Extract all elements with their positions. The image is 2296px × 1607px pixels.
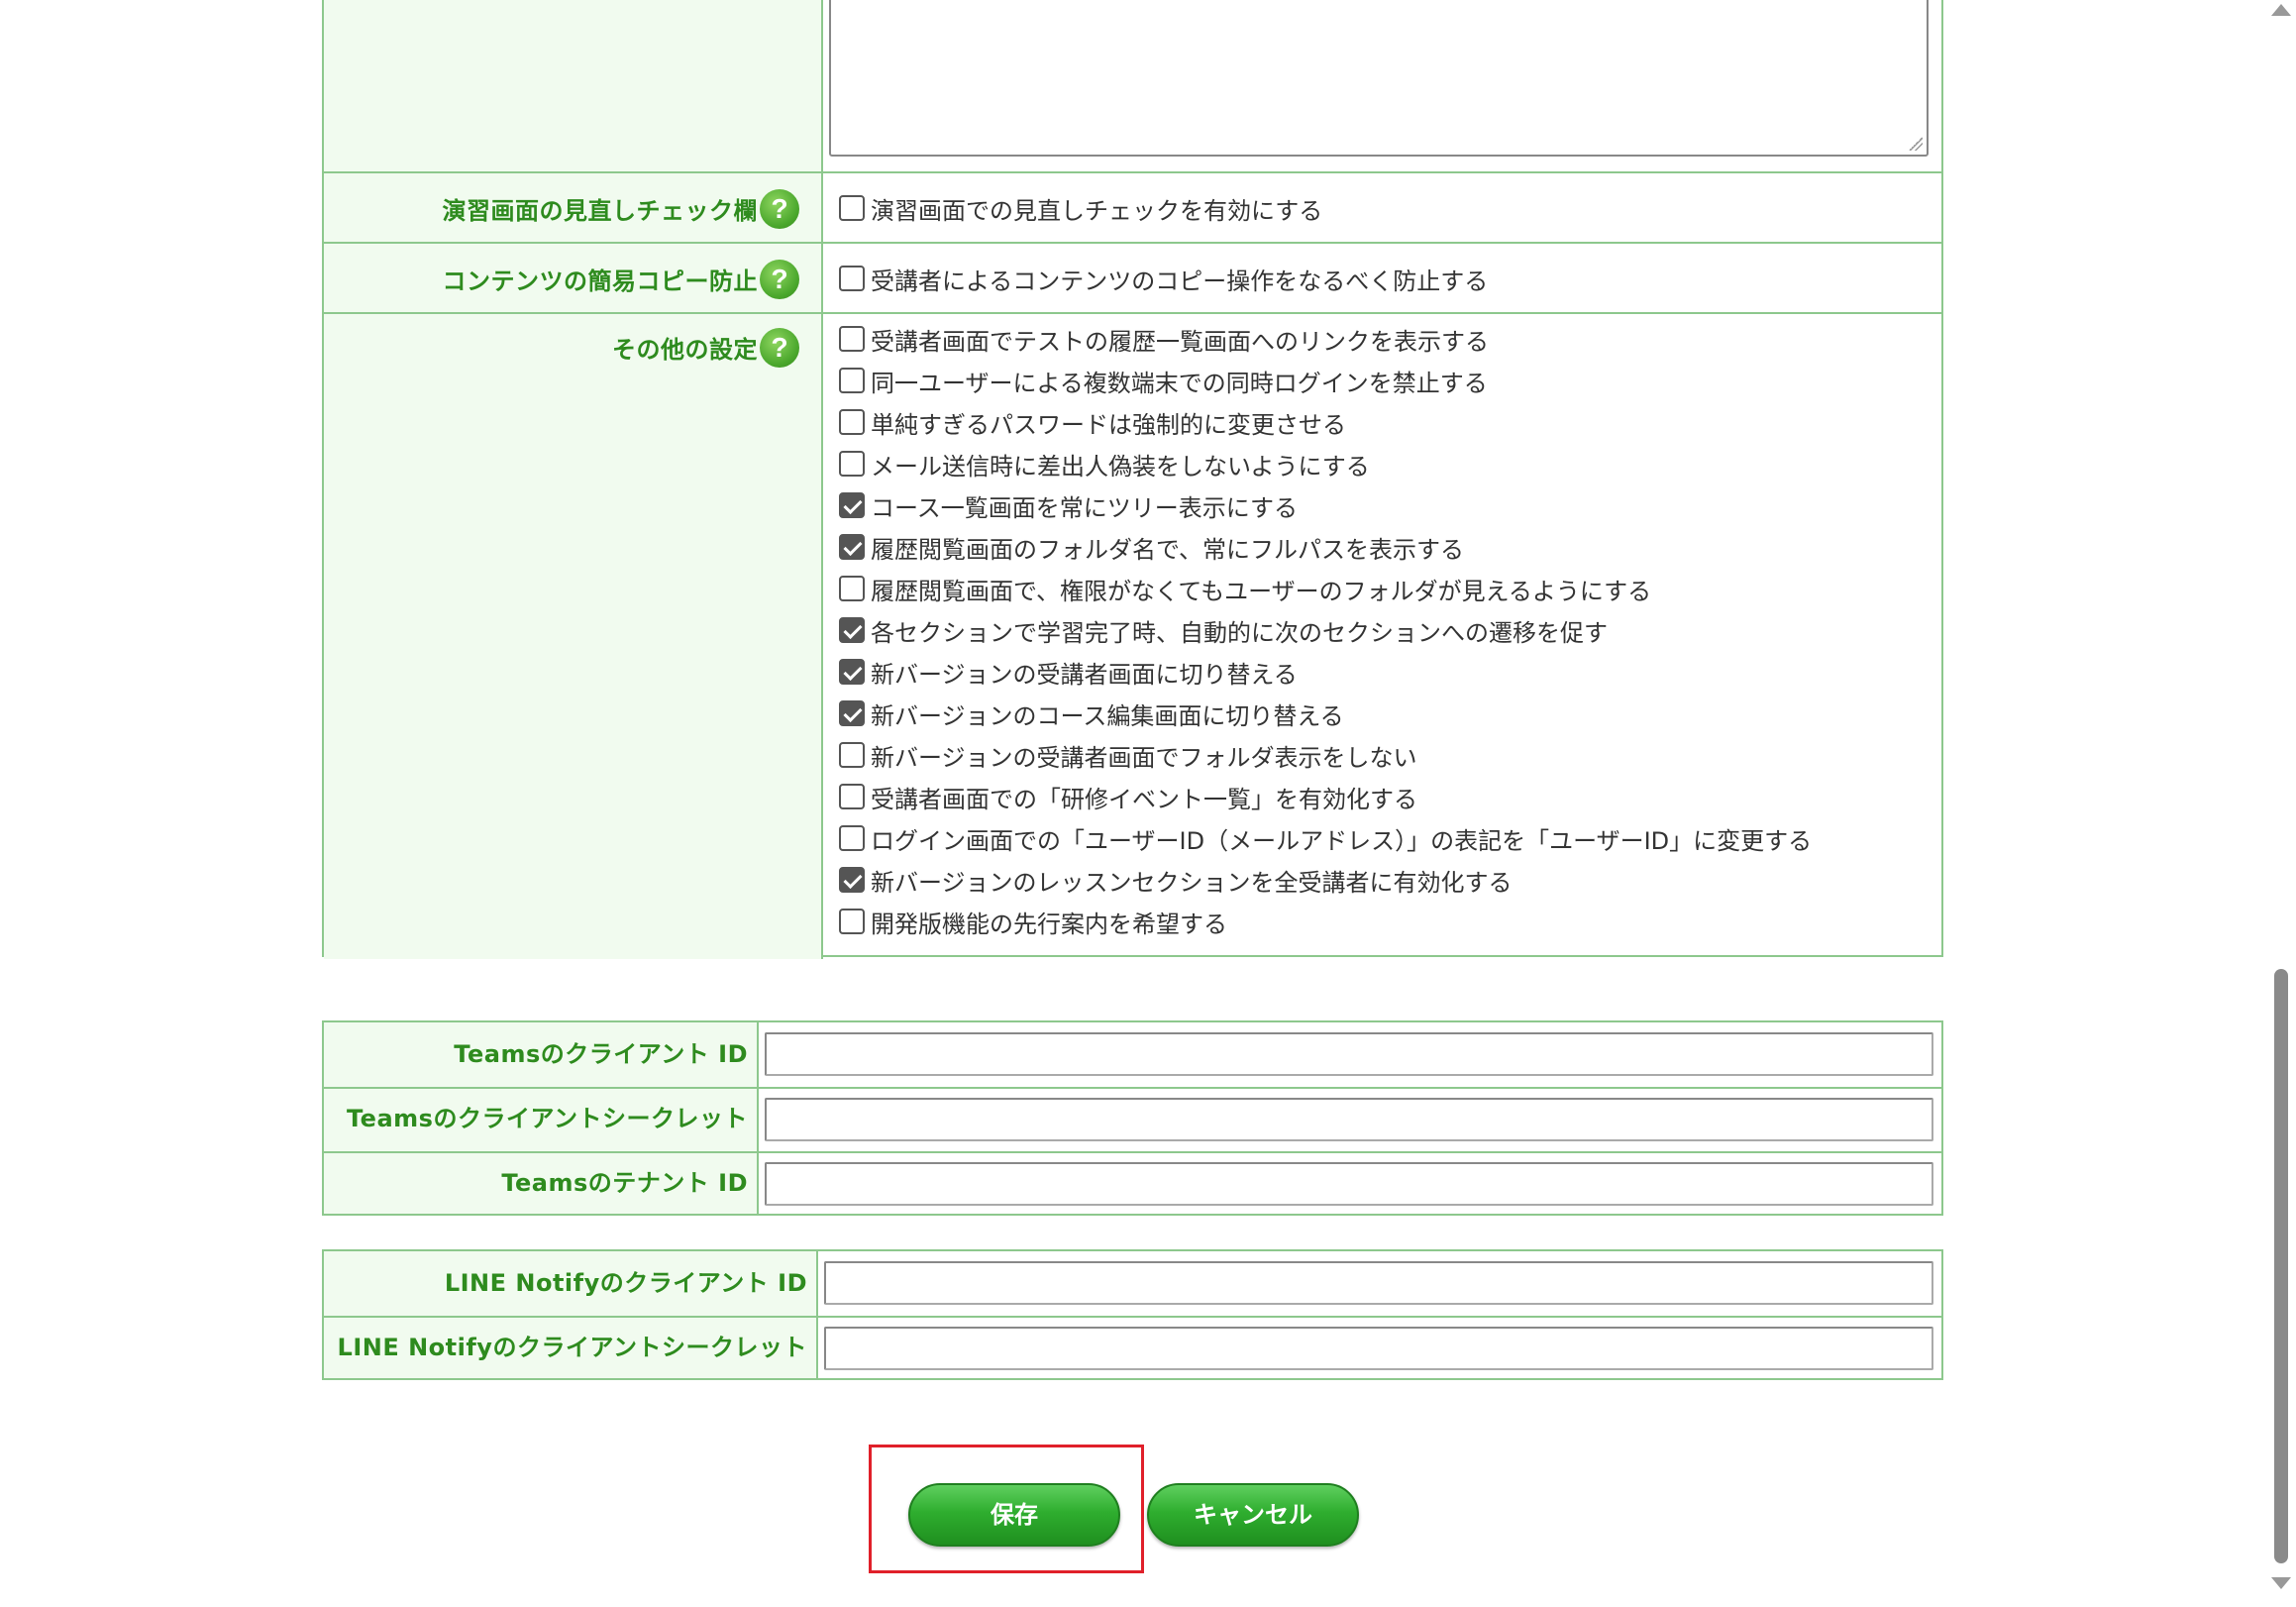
other-setting-checkbox[interactable] <box>839 825 865 851</box>
other-setting-option[interactable]: 開発版機能の先行案内を希望する <box>839 907 1227 938</box>
other-setting-option[interactable]: 新バージョンのコース編集画面に切り替える <box>839 698 1344 730</box>
teams-tenant-id-input[interactable] <box>765 1162 1933 1206</box>
scrollbar-thumb[interactable] <box>2274 969 2288 1563</box>
save-button[interactable]: 保存 <box>908 1483 1120 1547</box>
other-settings-label: その他の設定 <box>612 336 758 364</box>
other-setting-label: 履歴閲覧画面のフォルダ名で、常にフルパスを表示する <box>871 535 1465 564</box>
copy-protect-label-cell: コンテンツの簡易コピー防止 ? <box>324 244 823 312</box>
other-setting-checkbox[interactable] <box>839 742 865 768</box>
other-setting-checkbox[interactable] <box>839 409 865 435</box>
teams-client-secret-row: Teamsのクライアントシークレット <box>324 1087 1941 1151</box>
other-setting-option[interactable]: 単純すぎるパスワードは強制的に変更させる <box>839 407 1346 439</box>
other-setting-checkbox[interactable] <box>839 492 865 518</box>
copy-protect-label: コンテンツの簡易コピー防止 <box>442 268 758 295</box>
other-setting-checkbox[interactable] <box>839 784 865 809</box>
other-setting-checkbox[interactable] <box>839 867 865 893</box>
teams-client-id-label: Teamsのクライアント ID <box>454 1040 748 1068</box>
other-setting-option[interactable]: 履歴閲覧画面のフォルダ名で、常にフルパスを表示する <box>839 532 1465 564</box>
other-setting-option[interactable]: 新バージョンの受講者画面でフォルダ表示をしない <box>839 740 1417 772</box>
other-setting-label: 開発版機能の先行案内を希望する <box>871 910 1227 938</box>
other-setting-checkbox[interactable] <box>839 368 865 393</box>
other-setting-option[interactable]: 受講者画面でテストの履歴一覧画面へのリンクを表示する <box>839 324 1489 356</box>
other-setting-label: 新バージョンのレッスンセクションを全受講者に有効化する <box>871 868 1513 897</box>
settings-table: 演習画面の見直しチェック欄 ? 演習画面での見直しチェックを有効にする コンテン… <box>322 0 1943 959</box>
other-setting-option[interactable]: 履歴閲覧画面で、権限がなくてもユーザーのフォルダが見えるようにする <box>839 574 1652 605</box>
exercise-review-row: 演習画面の見直しチェック欄 ? 演習画面での見直しチェックを有効にする <box>324 171 1941 242</box>
teams-client-secret-input[interactable] <box>765 1098 1933 1141</box>
other-setting-option[interactable]: ログイン画面での「ユーザーID（メールアドレス）」の表記を「ユーザーID」に変更… <box>839 823 1813 855</box>
exercise-review-option-label: 演習画面での見直しチェックを有効にする <box>871 196 1323 225</box>
other-setting-label: 新バージョンのコース編集画面に切り替える <box>871 701 1344 730</box>
cancel-button[interactable]: キャンセル <box>1147 1483 1359 1547</box>
other-setting-option[interactable]: メール送信時に差出人偽装をしないようにする <box>839 449 1370 481</box>
other-setting-label: 新バージョンの受講者画面に切り替える <box>871 660 1298 689</box>
exercise-review-label: 演習画面の見直しチェック欄 <box>442 197 758 225</box>
textarea-row-label-cell <box>324 0 823 173</box>
other-setting-checkbox[interactable] <box>839 326 865 352</box>
resize-grip-icon[interactable] <box>1909 137 1923 151</box>
teams-tenant-id-label: Teamsのテナント ID <box>501 1169 748 1197</box>
line-client-secret-input[interactable] <box>824 1327 1933 1370</box>
line-client-id-input[interactable] <box>824 1261 1933 1305</box>
teams-client-id-row: Teamsのクライアント ID <box>324 1022 1941 1087</box>
teams-client-id-input[interactable] <box>765 1032 1933 1076</box>
other-setting-option[interactable]: 受講者画面での「研修イベント一覧」を有効化する <box>839 782 1417 813</box>
other-setting-label: メール送信時に差出人偽装をしないようにする <box>871 452 1370 481</box>
textarea-row <box>324 0 1941 173</box>
other-setting-label: 各セクションで学習完了時、自動的に次のセクションへの遷移を促す <box>871 618 1608 647</box>
teams-tenant-id-row: Teamsのテナント ID <box>324 1151 1941 1216</box>
line-client-id-label: LINE Notifyのクライアント ID <box>444 1269 807 1297</box>
other-setting-label: ログイン画面での「ユーザーID（メールアドレス）」の表記を「ユーザーID」に変更… <box>871 826 1813 855</box>
scroll-down-arrow-icon[interactable] <box>2271 1577 2291 1589</box>
other-setting-label: 受講者画面での「研修イベント一覧」を有効化する <box>871 785 1417 813</box>
other-setting-label: 新バージョンの受講者画面でフォルダ表示をしない <box>871 743 1417 772</box>
other-setting-label: 受講者画面でテストの履歴一覧画面へのリンクを表示する <box>871 327 1489 356</box>
help-icon[interactable]: ? <box>760 260 799 299</box>
other-setting-option[interactable]: 新バージョンの受講者画面に切り替える <box>839 657 1298 689</box>
help-icon[interactable]: ? <box>760 328 799 368</box>
help-icon[interactable]: ? <box>760 189 799 229</box>
teams-table: Teamsのクライアント ID Teamsのクライアントシークレット Teams… <box>322 1020 1943 1216</box>
exercise-review-option[interactable]: 演習画面での見直しチェックを有効にする <box>839 193 1323 225</box>
other-setting-label: 履歴閲覧画面で、権限がなくてもユーザーのフォルダが見えるようにする <box>871 577 1652 605</box>
other-setting-checkbox[interactable] <box>839 576 865 601</box>
copy-protect-option-label: 受講者によるコンテンツのコピー操作をなるべく防止する <box>871 267 1489 295</box>
other-setting-checkbox[interactable] <box>839 617 865 643</box>
scroll-up-arrow-icon[interactable] <box>2271 4 2291 16</box>
other-setting-checkbox[interactable] <box>839 700 865 726</box>
other-setting-checkbox[interactable] <box>839 659 865 685</box>
line-client-id-row: LINE Notifyのクライアント ID <box>324 1251 1941 1316</box>
other-setting-option[interactable]: コース一覧画面を常にツリー表示にする <box>839 490 1299 522</box>
other-setting-checkbox[interactable] <box>839 534 865 560</box>
other-setting-label: 単純すぎるパスワードは強制的に変更させる <box>871 410 1346 439</box>
copy-protect-row: コンテンツの簡易コピー防止 ? 受講者によるコンテンツのコピー操作をなるべく防止… <box>324 242 1941 312</box>
exercise-review-checkbox[interactable] <box>839 195 865 221</box>
line-notify-table: LINE Notifyのクライアント ID LINE Notifyのクライアント… <box>322 1249 1943 1380</box>
other-setting-option[interactable]: 新バージョンのレッスンセクションを全受講者に有効化する <box>839 865 1513 897</box>
copy-protect-option[interactable]: 受講者によるコンテンツのコピー操作をなるべく防止する <box>839 264 1489 295</box>
other-settings-row: その他の設定 ? 受講者画面でテストの履歴一覧画面へのリンクを表示する 同一ユーザ… <box>324 312 1941 959</box>
other-settings-label-cell: その他の設定 ? <box>324 314 823 959</box>
other-setting-option[interactable]: 各セクションで学習完了時、自動的に次のセクションへの遷移を促す <box>839 615 1608 647</box>
exercise-review-label-cell: 演習画面の見直しチェック欄 ? <box>324 173 823 242</box>
line-client-secret-label: LINE Notifyのクライアントシークレット <box>337 1334 807 1361</box>
line-client-secret-row: LINE Notifyのクライアントシークレット <box>324 1316 1941 1380</box>
copy-protect-checkbox[interactable] <box>839 266 865 291</box>
notes-textarea[interactable] <box>829 0 1929 157</box>
other-setting-option[interactable]: 同一ユーザーによる複数端末での同時ログインを禁止する <box>839 366 1488 397</box>
other-setting-label: 同一ユーザーによる複数端末での同時ログインを禁止する <box>871 369 1488 397</box>
other-setting-checkbox[interactable] <box>839 451 865 477</box>
teams-client-secret-label: Teamsのクライアントシークレット <box>347 1105 748 1132</box>
other-setting-checkbox[interactable] <box>839 909 865 934</box>
other-setting-label: コース一覧画面を常にツリー表示にする <box>871 493 1299 522</box>
